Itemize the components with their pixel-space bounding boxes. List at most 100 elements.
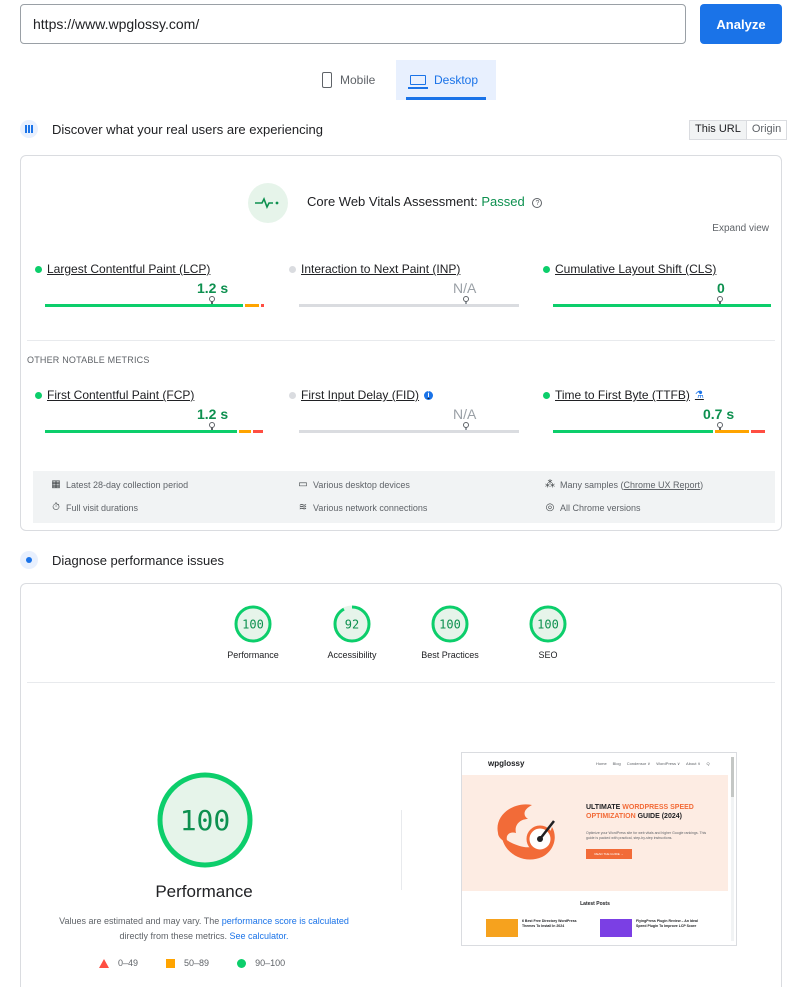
- devices-info: ▭ Various desktop devices: [298, 479, 410, 491]
- score-label: Best Practices: [421, 650, 479, 660]
- screenshot-nav-links: Home Blog Condensor ∨ WordPress ∨ About ∨ Q: [596, 761, 710, 766]
- screenshot-logo: wpglossy: [488, 759, 525, 768]
- metric-fcp-name[interactable]: First Contentful Paint (FCP): [35, 388, 265, 402]
- metric-ttfb: Time to First Byte (TTFB) ⚗ 0.7 s: [543, 388, 773, 433]
- performance-score: 100: [180, 804, 231, 837]
- metric-lcp-name[interactable]: Largest Contentful Paint (LCP): [35, 262, 265, 276]
- good-status-dot: [35, 265, 42, 273]
- metric-fcp-distribution: [45, 430, 263, 433]
- help-icon[interactable]: ?: [532, 198, 543, 208]
- cwv-assessment-result: Passed: [481, 194, 525, 209]
- field-data-footer: ▦ Latest 28-day collection period ▭ Vari…: [33, 471, 775, 523]
- svg-text:100: 100: [537, 618, 559, 632]
- legend-good: 90–100: [237, 958, 285, 968]
- metric-fid-marker: [463, 422, 469, 430]
- diagnose-header: Diagnose performance issues: [20, 551, 224, 569]
- origin-button[interactable]: Origin: [747, 121, 786, 139]
- metric-lcp-distribution: [45, 304, 264, 307]
- svg-text:100: 100: [439, 618, 461, 632]
- metric-fid-value: N/A: [453, 406, 477, 422]
- tab-desktop[interactable]: Desktop: [396, 60, 496, 100]
- url-row: Analyze: [20, 4, 782, 44]
- screenshot-post: 6 Best Free Directory WordPress Themes T…: [486, 919, 586, 937]
- tab-mobile-label: Mobile: [340, 73, 376, 87]
- no-data-status-dot: [289, 391, 296, 399]
- metric-ttfb-value: 0.7 s: [703, 406, 735, 422]
- chrome-icon: ◎: [545, 502, 555, 513]
- score-accessibility[interactable]: 92 Accessibility: [312, 604, 392, 660]
- url-input[interactable]: [20, 4, 686, 44]
- score-best-practices[interactable]: 100 Best Practices: [410, 604, 490, 660]
- gauge-ring: 100: [234, 605, 272, 643]
- scores-divider: [27, 682, 775, 683]
- post-title: 6 Best Free Directory WordPress Themes T…: [522, 919, 577, 928]
- phone-icon: [322, 72, 332, 88]
- network-info: ≋ Various network connections: [298, 502, 428, 514]
- screenshot-hero-text: Optimize your WordPress site for web vit…: [586, 831, 707, 840]
- screenshot-hero-button: READ THE GUIDE →: [586, 849, 632, 859]
- this-url-button[interactable]: This URL: [690, 121, 747, 139]
- svg-text:100: 100: [242, 618, 264, 632]
- metric-fcp-marker: [209, 422, 215, 430]
- wifi-icon: ≋: [298, 502, 308, 513]
- score-label: Performance: [227, 650, 279, 660]
- info-icon[interactable]: i: [424, 390, 434, 400]
- gauge-ring: 100: [529, 605, 567, 643]
- metric-cls-name[interactable]: Cumulative Layout Shift (CLS): [543, 262, 773, 276]
- metric-ttfb-name[interactable]: Time to First Byte (TTFB) ⚗: [543, 388, 773, 402]
- score-seo[interactable]: 100 SEO: [508, 604, 588, 660]
- score-calculated-link[interactable]: performance score is calculated: [222, 916, 349, 926]
- calendar-icon: ▦: [51, 479, 61, 490]
- samples-info: ⁂ Many samples (Chrome UX Report): [545, 479, 704, 491]
- gauge-ring: 92: [333, 605, 371, 643]
- see-calculator-link[interactable]: See calculator.: [229, 931, 288, 941]
- metrics-divider: [27, 340, 775, 341]
- score-legend: 0–49 50–89 90–100: [99, 958, 285, 968]
- experimental-flask-icon: ⚗: [694, 389, 704, 401]
- post-thumbnail: [486, 919, 518, 937]
- chrome-versions: ◎ All Chrome versions: [545, 502, 641, 514]
- screenshot-scrollbar[interactable]: [731, 757, 734, 941]
- metric-fid: First Input Delay (FID) i N/A: [289, 388, 519, 433]
- visit-durations: ⏱ Full visit durations: [52, 502, 139, 514]
- other-metrics-label: OTHER NOTABLE METRICS: [27, 355, 150, 365]
- score-performance[interactable]: 100 Performance: [213, 604, 293, 660]
- url-origin-toggle: This URL Origin: [689, 120, 788, 140]
- good-status-dot: [543, 391, 550, 399]
- good-status-dot: [543, 265, 550, 273]
- square-icon: [166, 958, 176, 968]
- page-screenshot[interactable]: wpglossy Home Blog Condensor ∨ WordPress ∨ A…: [461, 752, 737, 946]
- metric-fid-distribution: [299, 430, 519, 433]
- tab-desktop-label: Desktop: [434, 73, 479, 87]
- chrome-ux-report-link[interactable]: Chrome UX Report: [624, 480, 701, 490]
- metric-inp-distribution: [299, 304, 519, 307]
- metric-fcp: First Contentful Paint (FCP) 1.2 s: [35, 388, 265, 433]
- screenshot-post: FlyingPress Plugin Review – An Ideal Spe…: [600, 919, 700, 937]
- cwv-assessment-label: Core Web Vitals Assessment:: [307, 194, 478, 209]
- post-thumbnail: [600, 919, 632, 937]
- tab-mobile[interactable]: Mobile: [308, 60, 396, 100]
- metric-fid-name[interactable]: First Input Delay (FID) i: [289, 388, 519, 402]
- metric-cls-marker: [717, 296, 723, 304]
- cwv-assessment: Core Web Vitals Assessment: Passed ?: [307, 194, 543, 209]
- field-data-header: Discover what your real users are experi…: [20, 120, 323, 138]
- analyze-button[interactable]: Analyze: [700, 4, 782, 44]
- triangle-icon: [99, 958, 109, 968]
- performance-note: Values are estimated and may vary. The p…: [59, 916, 349, 941]
- lighthouse-icon: [20, 551, 38, 569]
- rocket-speed-illustration: [497, 804, 555, 860]
- metric-inp-name[interactable]: Interaction to Next Paint (INP): [289, 262, 519, 276]
- device-tabs: Mobile Desktop: [308, 60, 498, 100]
- screenshot-hero: ULTIMATE WORDPRESS SPEED OPTIMIZATION GU…: [462, 775, 728, 891]
- performance-gauge: 100: [155, 770, 255, 873]
- metric-cls-value: 0: [717, 280, 725, 296]
- collection-period: ▦ Latest 28-day collection period: [51, 479, 189, 491]
- screenshot-hero-title: ULTIMATE WORDPRESS SPEED OPTIMIZATION GU…: [586, 804, 694, 820]
- no-data-status-dot: [289, 265, 296, 273]
- lab-data-card: 100 Performance 92 Accessibility 100 Bes…: [20, 583, 782, 987]
- svg-text:92: 92: [345, 618, 359, 632]
- stopwatch-icon: ⏱: [52, 502, 60, 513]
- metric-lcp: Largest Contentful Paint (LCP) 1.2 s: [35, 262, 265, 307]
- expand-view-link[interactable]: Expand view: [712, 223, 769, 234]
- metric-fcp-value: 1.2 s: [197, 406, 229, 422]
